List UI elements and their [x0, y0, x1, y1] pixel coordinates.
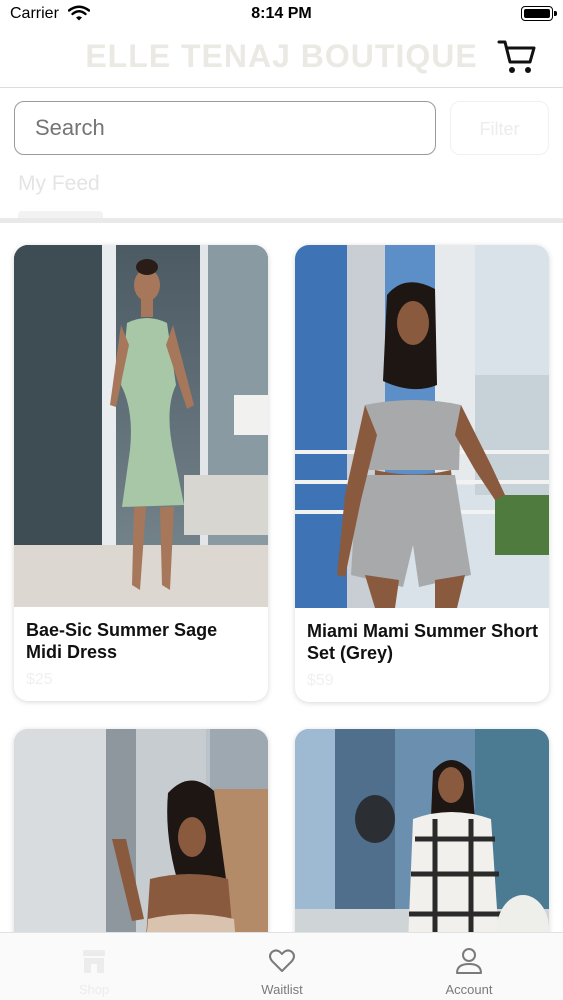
filter-button[interactable]: Filter — [450, 101, 549, 155]
tab-label: Account — [445, 982, 493, 997]
product-card[interactable]: Miami Mami Summer Short Set (Grey) $59 — [295, 245, 549, 702]
cart-icon[interactable] — [497, 38, 537, 76]
app-header: ELLE TENAJ BOUTIQUE — [0, 30, 563, 88]
bottom-tab-bar: Shop Waitlist Account — [0, 932, 563, 1000]
product-price: $59 — [307, 672, 334, 689]
tab-label: Waitlist — [261, 982, 303, 997]
battery-icon — [521, 6, 557, 21]
heart-icon — [269, 949, 295, 972]
person-icon — [456, 948, 482, 974]
brand-title: ELLE TENAJ BOUTIQUE — [85, 38, 478, 74]
status-time: 8:14 PM — [251, 5, 312, 22]
tab-label: Shop — [78, 982, 110, 997]
status-bar: Carrier 8:14 PM — [0, 0, 563, 30]
tab-waitlist[interactable]: Waitlist — [188, 933, 376, 1000]
tab-shop[interactable]: Shop — [0, 933, 188, 1000]
tab-my-feed[interactable]: My Feed — [18, 172, 100, 196]
store-icon — [83, 950, 105, 973]
product-card[interactable]: Bae-Sic Summer Sage Midi Dress $25 — [14, 245, 268, 701]
product-title: Bae-Sic Summer Sage Midi Dress — [26, 620, 218, 662]
tab-account[interactable]: Account — [375, 933, 563, 1000]
product-photo — [14, 245, 268, 607]
product-photo — [295, 245, 549, 608]
product-title: Miami Mami Summer Short Set (Grey) — [307, 621, 539, 663]
search-input[interactable] — [14, 101, 436, 155]
section-divider — [0, 218, 563, 223]
product-price: $25 — [26, 671, 53, 688]
